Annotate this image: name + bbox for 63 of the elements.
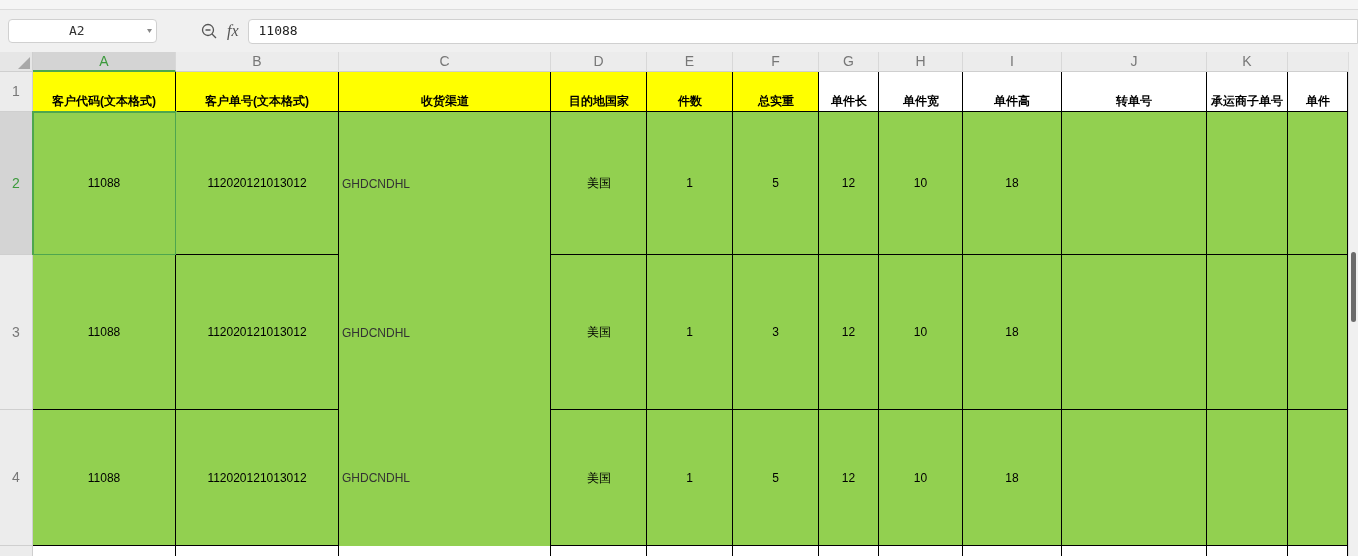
table-cell: 18 <box>963 112 1062 255</box>
table-header-cell: 单件高 <box>963 72 1062 112</box>
table-cell: 112020121013012 <box>176 255 339 410</box>
column-header[interactable]: C <box>339 52 551 72</box>
row-header[interactable]: 1 <box>0 72 33 112</box>
table-cell: 美国 <box>551 255 647 410</box>
column-header[interactable]: D <box>551 52 647 72</box>
table-cell: 112020121013012 <box>176 112 339 255</box>
table-header-cell: 单件 <box>1288 72 1348 112</box>
caret-icon[interactable] <box>147 29 152 33</box>
table-cell: 18 <box>963 410 1062 546</box>
table-cell: 美国 <box>551 112 647 255</box>
table-header-cell: 转单号 <box>1062 72 1207 112</box>
table-cell: 11088 <box>33 255 176 410</box>
table-cell: GHDCNDHL <box>339 410 551 546</box>
table-cell: 11088 <box>33 112 176 255</box>
table-cell: 5 <box>733 410 819 546</box>
name-box[interactable]: A2 <box>8 19 157 43</box>
table-cell: 10 <box>879 410 963 546</box>
table-header-cell: 目的地国家 <box>551 72 647 112</box>
table-header-cell: 单件宽 <box>879 72 963 112</box>
table-cell: 1 <box>647 410 733 546</box>
column-header[interactable]: H <box>879 52 963 72</box>
column-header[interactable]: I <box>963 52 1062 72</box>
table-cell: 18 <box>963 255 1062 410</box>
column-header[interactable]: J <box>1062 52 1207 72</box>
table-cell: 3 <box>733 255 819 410</box>
column-header[interactable]: K <box>1207 52 1288 72</box>
table-cell: 12 <box>819 255 879 410</box>
table-header-cell: 承运商子单号 <box>1207 72 1288 112</box>
table-header-cell: 件数 <box>647 72 733 112</box>
table-header-cell: 总实重 <box>733 72 819 112</box>
table-cell: 112020121013012 <box>176 410 339 546</box>
select-all-icon[interactable] <box>18 57 30 69</box>
column-header[interactable]: G <box>819 52 879 72</box>
row-header[interactable]: 4 <box>0 410 33 546</box>
zoom-out-icon[interactable] <box>201 23 217 39</box>
formula-text: 11088 <box>258 22 298 41</box>
table-cell: 12 <box>819 410 879 546</box>
column-header[interactable]: B <box>176 52 339 72</box>
row-header[interactable]: 3 <box>0 255 33 410</box>
table-header-cell: 客户代码(文本格式) <box>33 72 176 112</box>
table-cell: 1 <box>647 255 733 410</box>
table-cell: 美国 <box>551 410 647 546</box>
table-cell: 10 <box>879 112 963 255</box>
column-header[interactable]: A <box>33 52 176 72</box>
column-header[interactable]: E <box>647 52 733 72</box>
table-cell: 11088 <box>33 410 176 546</box>
table-cell: GHDCNDHL <box>339 255 551 410</box>
formula-field[interactable]: 11088 <box>247 18 1358 44</box>
row-header[interactable]: 2 <box>0 112 33 255</box>
table-cell: GHDCNDHL <box>339 112 551 255</box>
table-cell: 1 <box>647 112 733 255</box>
table-cell: 5 <box>733 112 819 255</box>
table-header-cell: 单件长 <box>819 72 879 112</box>
table-cell: 10 <box>879 255 963 410</box>
table-cell: 12 <box>819 112 879 255</box>
table-header-cell: 客户单号(文本格式) <box>176 72 339 112</box>
function-icon[interactable]: fx <box>227 19 239 43</box>
column-header[interactable]: F <box>733 52 819 72</box>
vertical-scrollbar[interactable] <box>1348 52 1358 556</box>
cell-reference: A2 <box>69 22 85 41</box>
table-header-cell: 收货渠道 <box>339 72 551 112</box>
